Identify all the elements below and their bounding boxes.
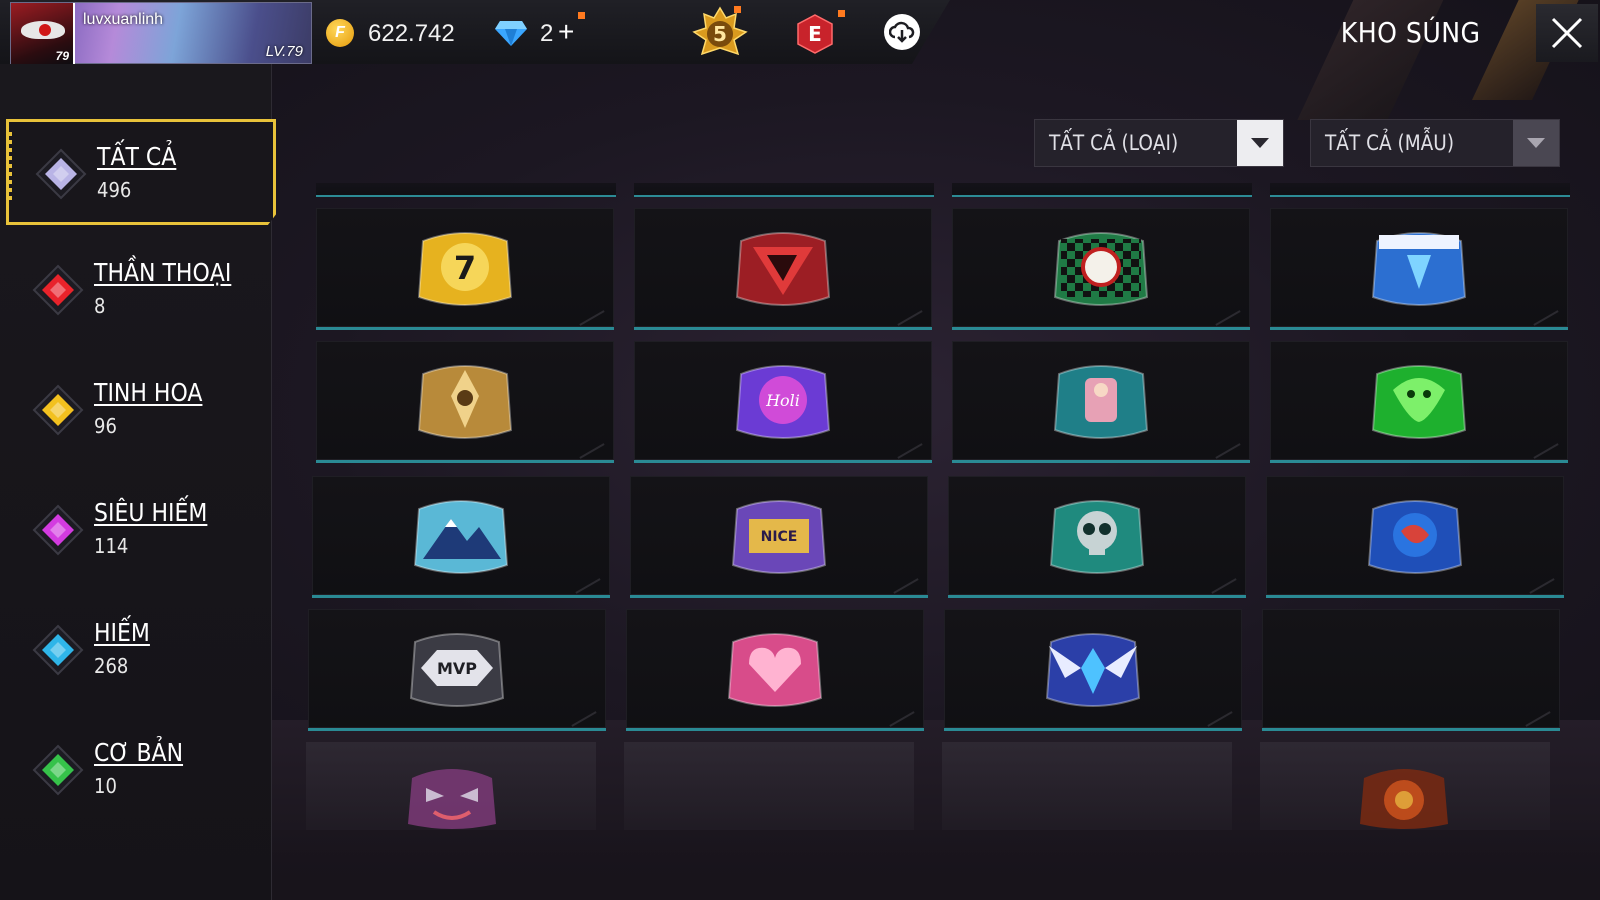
rarity-diamond-icon [32,384,84,436]
scrolled-row-edge [952,183,1252,197]
player-avatar[interactable]: 79 [11,3,75,65]
notification-dot [578,12,585,19]
empty-weapon-slot [1262,609,1560,731]
weapon-skin-tile[interactable]: MVP [308,609,606,731]
mvp-badge-crate-icon: MVP [409,632,505,707]
coin-balance: 622.742 [368,20,455,47]
svg-text:MVP: MVP [437,659,477,678]
rarity-diamond-icon [35,148,87,200]
golden-warrior-crate-icon [417,364,513,439]
pink-heart-crate-icon [727,632,823,707]
demon-slayer-crate-icon [1053,231,1149,306]
rarity-diamond-icon [32,504,84,556]
rarity-diamond-icon [32,264,84,316]
player-profile-banner[interactable]: 79 luvxuanlinh LV.79 [10,2,312,65]
category-count: 8 [94,294,106,318]
category-name: CƠ BẢN [94,738,184,767]
blue-orb-crate-icon [1367,499,1463,574]
category-basic[interactable]: CƠ BẢN 10 [6,718,276,824]
weapon-skin-tile[interactable] [1270,341,1568,463]
avatar-level: 79 [55,49,69,63]
page-title: KHO SÚNG [1340,16,1481,49]
cloud-download-button[interactable] [884,14,920,50]
elite-pass-icon[interactable]: E [796,14,834,54]
cloud-download-icon [889,21,915,43]
diamond-icon [495,21,527,46]
type-filter-value: TẤT CẢ (LOẠI) [1049,131,1179,155]
snowy-mountain-crate-icon [413,499,509,574]
teal-skull-crate-icon [1049,499,1145,574]
notification-dot [734,6,741,13]
category-count: 10 [94,774,117,798]
pink-throne-crate-icon [1053,364,1149,439]
svg-text:NICE: NICE [761,529,798,545]
type-filter-dropdown[interactable]: TẤT CẢ (LOẠI) [1034,119,1284,167]
close-icon [1551,17,1583,49]
category-name: HIẾM [94,618,150,647]
blue-crystal-crate-icon [1371,231,1467,306]
category-super-rare[interactable]: SIÊU HIẾM 114 [6,478,276,584]
gold-coin-icon: F [326,19,354,47]
notification-dot [838,10,845,17]
category-all[interactable]: TẤT CẢ 496 [6,119,276,225]
rarity-diamond-icon [32,624,84,676]
diamond-balance: 2 [540,20,554,47]
category-count: 268 [94,654,129,678]
weapon-skin-tile[interactable] [312,476,610,598]
weapon-skin-tile[interactable] [952,208,1250,330]
category-name: THẦN THOẠI [94,258,232,287]
weapon-skin-tile[interactable] [634,208,932,330]
green-dragon-crate-icon [1371,364,1467,439]
ghost-tile [942,742,1232,830]
svg-text:7: 7 [454,249,476,287]
chevron-down-icon[interactable] [1237,120,1283,166]
weapon-skin-tile[interactable] [1270,208,1568,330]
svg-text:Holi: Holi [765,391,800,410]
avatar-pupil-graphic [39,24,51,36]
category-count: 114 [94,534,129,558]
category-name: TẤT CẢ [97,142,177,171]
category-essence[interactable]: TINH HOA 96 [6,358,276,464]
scrolled-row-edge [634,183,934,197]
weapon-skin-tile[interactable] [948,476,1246,598]
bottom-fade [272,830,1600,900]
red-blade-crate-icon [735,231,831,306]
weapon-skin-tile[interactable] [952,341,1250,463]
weapon-skin-tile[interactable] [1266,476,1564,598]
weapon-skin-tile[interactable] [626,609,924,731]
weapon-skin-tile[interactable] [944,609,1242,731]
weapon-skin-tile[interactable]: 7 [316,208,614,330]
style-filter-value: TẤT CẢ (MẪU) [1325,131,1455,155]
weapon-skin-tile[interactable]: NICE [630,476,928,598]
graffiti-crate-icon: NICE [731,499,827,574]
weapon-skin-tile[interactable]: Holi [634,341,932,463]
add-diamonds-button[interactable]: + [558,16,574,48]
scrolled-row-edge [1270,183,1570,197]
category-count: 96 [94,414,117,438]
category-mythic[interactable]: THẦN THOẠI 8 [6,238,276,344]
style-filter-dropdown[interactable]: TẤT CẢ (MẪU) [1310,119,1560,167]
weapon-skin-tile[interactable] [316,341,614,463]
category-rare[interactable]: HIẾM 268 [6,598,276,704]
golden-seven-crate-icon: 7 [417,231,513,306]
rank-badge-icon[interactable]: 5 [690,6,750,60]
rarity-diamond-icon [32,744,84,796]
holi-neon-crate-icon: Holi [735,364,831,439]
chevron-down-icon[interactable] [1513,120,1559,166]
elite-letter: E [808,22,822,46]
fire-flower-crate-icon[interactable] [1356,764,1452,832]
category-name: SIÊU HIẾM [94,498,208,527]
joker-mask-crate-icon[interactable] [404,764,500,832]
close-button[interactable] [1536,4,1598,62]
category-name: TINH HOA [94,378,203,407]
ghost-tile [624,742,914,830]
winged-emblem-crate-icon [1045,632,1141,707]
player-level: LV.79 [265,43,303,60]
category-count: 496 [97,178,132,202]
player-username: luvxuanlinh [83,11,164,28]
scrolled-row-edge [316,183,616,197]
rank-number: 5 [713,22,727,46]
